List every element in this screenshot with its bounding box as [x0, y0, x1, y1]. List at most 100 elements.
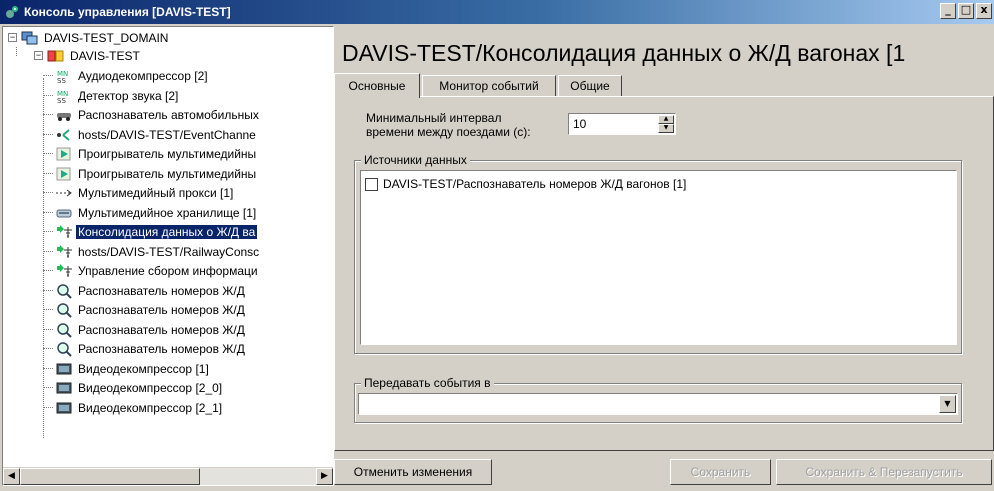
tree-item[interactable]: Управление сбором информаци [55, 261, 260, 280]
tree-connector-line [43, 134, 53, 135]
tree-connector-line [43, 329, 53, 330]
tree-item[interactable]: Распознаватель автомобильных [55, 105, 261, 124]
forward-events-select[interactable]: ▼ [358, 393, 958, 415]
tree-item[interactable]: Распознаватель номеров Ж/Д [55, 300, 247, 319]
tree-item[interactable]: MN SS Аудиодекомпрессор [2] [55, 66, 210, 85]
tree-item[interactable]: MN SS Детектор звука [2] [55, 86, 180, 105]
tree-connector-line [43, 173, 53, 174]
video-decompressor-icon [55, 361, 73, 377]
tree-item[interactable]: Мультимедийное хранилище [1] [55, 203, 258, 222]
magnifier-icon [55, 302, 73, 318]
tree-item-label: Видеодекомпрессор [2_0] [78, 380, 223, 395]
tree-connector-line [43, 251, 53, 252]
navigation-tree[interactable]: − DAVIS-TEST_DOMAIN − DAVIS-TEST MN SS Ауд… [3, 27, 331, 459]
tree-item[interactable]: hosts/DAVIS-TEST/EventChanne [55, 125, 258, 144]
spin-up-arrow-icon[interactable]: ▲ [658, 115, 674, 124]
collapse-toggle-icon[interactable]: − [34, 51, 43, 60]
tree-item[interactable]: Проигрыватель мультимедийны [55, 144, 258, 163]
save-button[interactable]: Сохранить [670, 459, 771, 485]
magnifier-icon [55, 283, 73, 299]
tree-item-label: Проигрыватель мультимедийны [78, 146, 257, 161]
title-bar: Консоль управления [DAVIS-TEST] _ □ x [0, 0, 994, 24]
consolidation-icon [55, 244, 73, 260]
interval-label-line2: времени между поездами (с): [366, 125, 531, 139]
tree-item-label: Распознаватель номеров Ж/Д [78, 302, 245, 317]
tree-item-label: Консолидация данных о Ж/Д ва [76, 224, 258, 239]
scroll-left-arrow-icon[interactable]: ◀ [3, 468, 20, 485]
tree-item-label: hosts/DAVIS-TEST/EventChanne [78, 127, 256, 142]
data-sources-list[interactable]: DAVIS-TEST/Распознаватель номеров Ж/Д ва… [360, 170, 957, 345]
forward-events-legend: Передавать события в [361, 376, 494, 390]
tab-event-monitor[interactable]: Монитор событий [422, 75, 556, 97]
server-icon [47, 48, 65, 64]
domain-icon [21, 30, 39, 46]
tree-connector-line [43, 114, 53, 115]
media-player-icon [55, 146, 73, 162]
video-decompressor-icon [55, 400, 73, 416]
svg-text:SS: SS [57, 77, 66, 84]
tree-item[interactable]: Мультимедийный прокси [1] [55, 183, 235, 202]
scroll-thumb[interactable] [20, 468, 200, 485]
save-restart-button[interactable]: Сохранить & Перезапустить [776, 459, 992, 485]
tree-node-domain[interactable]: − DAVIS-TEST_DOMAIN [8, 28, 170, 47]
tree-connector-line [43, 368, 53, 369]
tree-item-label: Распознаватель номеров Ж/Д [78, 341, 245, 356]
tree-node-server[interactable]: − DAVIS-TEST [34, 46, 142, 65]
consolidation-icon [55, 263, 73, 279]
tree-item[interactable]: Распознаватель номеров Ж/Д [55, 281, 247, 300]
tree-connector-line [43, 95, 53, 96]
consolidation-icon [55, 224, 73, 240]
sound-detector-icon: MN SS [55, 88, 73, 104]
maximize-button[interactable]: □ [958, 3, 974, 19]
chevron-down-icon[interactable]: ▼ [939, 395, 956, 413]
car-recognizer-icon [55, 107, 73, 123]
tree-node-label: DAVIS-TEST_DOMAIN [44, 30, 169, 45]
tree-item-label: Видеодекомпрессор [1] [78, 361, 209, 376]
tree-item[interactable]: hosts/DAVIS-TEST/RailwayConsc [55, 242, 261, 261]
scroll-right-arrow-icon[interactable]: ▶ [316, 468, 333, 485]
close-button[interactable]: x [976, 3, 992, 19]
tree-connector-line [43, 348, 53, 349]
minimize-button[interactable]: _ [940, 3, 956, 19]
tree-item-label: Управление сбором информаци [78, 263, 258, 278]
tree-item-label: Видеодекомпрессор [2_1] [78, 400, 223, 415]
video-decompressor-icon [55, 380, 73, 396]
interval-label: Минимальный интервал времени между поезд… [366, 111, 531, 139]
tree-horizontal-scrollbar[interactable]: ◀ ▶ [3, 467, 333, 485]
tree-connector-line [43, 192, 53, 193]
tree-item-label: Мультимедийное хранилище [1] [78, 205, 257, 220]
tree-connector-line [43, 290, 53, 291]
tree-item-label: Распознаватель номеров Ж/Д [78, 322, 245, 337]
list-item[interactable]: DAVIS-TEST/Распознаватель номеров Ж/Д ва… [365, 177, 686, 191]
media-player-icon [55, 166, 73, 182]
interval-value[interactable]: 10 [573, 117, 586, 131]
tree-item-label: Аудиодекомпрессор [2] [78, 68, 208, 83]
collapse-toggle-icon[interactable]: − [8, 33, 17, 42]
media-proxy-icon [55, 185, 73, 201]
tree-item-label: Распознаватель номеров Ж/Д [78, 283, 245, 298]
source-label: DAVIS-TEST/Распознаватель номеров Ж/Д ва… [383, 177, 687, 191]
tab-general[interactable]: Общие [558, 75, 622, 97]
tree-item-label: Мультимедийный прокси [1] [78, 185, 234, 200]
tree-item[interactable]: Консолидация данных о Ж/Д ва [55, 222, 258, 241]
tree-connector-line [43, 212, 53, 213]
page-title: DAVIS-TEST/Консолидация данных о Ж/Д ваг… [342, 40, 906, 66]
interval-label-line1: Минимальный интервал [366, 111, 502, 125]
tree-item[interactable]: Видеодекомпрессор [2_0] [55, 378, 224, 397]
tree-item[interactable]: Проигрыватель мультимедийны [55, 164, 258, 183]
tree-item[interactable]: Видеодекомпрессор [2_1] [55, 398, 224, 417]
source-checkbox[interactable] [365, 177, 378, 191]
tab-main[interactable]: Основные [334, 73, 420, 98]
cancel-changes-button[interactable]: Отменить изменения [334, 459, 492, 485]
tree-item-label: Детектор звука [2] [78, 88, 179, 103]
tree-item[interactable]: Распознаватель номеров Ж/Д [55, 320, 247, 339]
console-app-icon [4, 4, 20, 20]
tree-item[interactable]: Распознаватель номеров Ж/Д [55, 339, 247, 358]
media-storage-icon [55, 205, 73, 221]
spin-down-arrow-icon[interactable]: ▼ [658, 124, 674, 133]
tree-item-label: hosts/DAVIS-TEST/RailwayConsc [78, 244, 260, 259]
magnifier-icon [55, 322, 73, 338]
tree-connector-line [43, 309, 53, 310]
tree-item[interactable]: Видеодекомпрессор [1] [55, 359, 211, 378]
interval-spinbox[interactable]: 10 ▲ ▼ [568, 113, 676, 135]
